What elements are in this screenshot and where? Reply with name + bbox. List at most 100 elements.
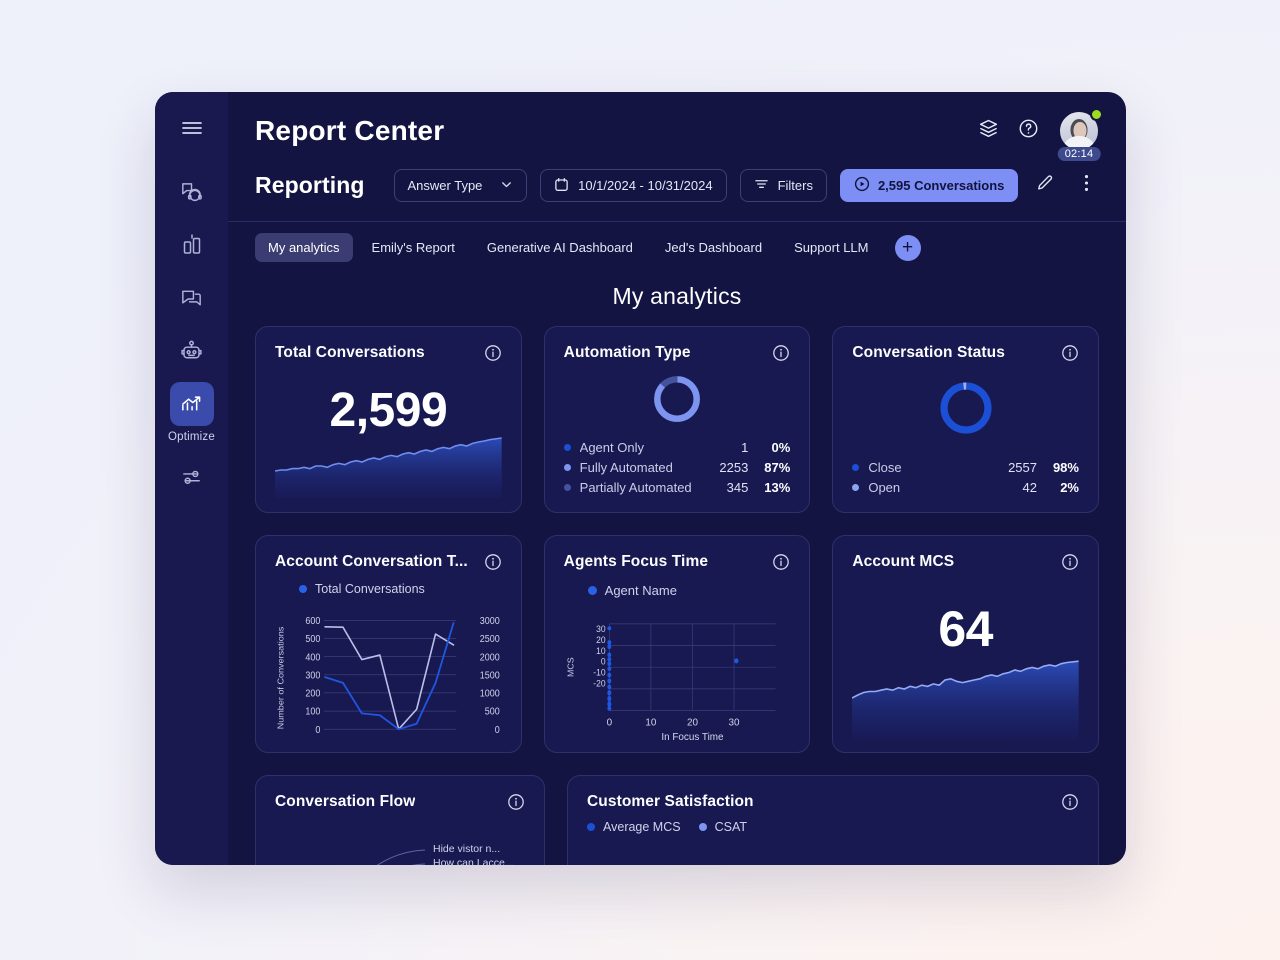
svg-text:0: 0	[606, 717, 612, 728]
sidebar-item-analytics[interactable]	[170, 223, 214, 267]
info-icon[interactable]	[772, 344, 790, 367]
sliders-icon	[179, 465, 204, 490]
main-area: Report Center 02:14 Reporting Answer Typ…	[228, 92, 1126, 865]
svg-text:MCS: MCS	[565, 657, 575, 677]
sidebar-item-optimize-label: Optimize	[168, 431, 215, 443]
answer-type-label: Answer Type	[407, 178, 483, 193]
sidebar-item-optimize[interactable]	[169, 382, 214, 426]
trending-up-chart-icon	[179, 392, 204, 417]
legend-label: Partially Automated	[579, 479, 692, 495]
svg-text:In Focus Time: In Focus Time	[661, 732, 724, 742]
board-title: My analytics	[612, 283, 742, 309]
legend-value: 2253	[719, 459, 749, 475]
total-conversations-sparkline	[275, 436, 502, 498]
edit-pencil-icon	[1036, 174, 1054, 197]
help-circle-icon	[1018, 118, 1039, 144]
card-title: Conversation Status	[852, 344, 1005, 361]
svg-text:200: 200	[305, 688, 320, 700]
user-avatar-button[interactable]: 02:14	[1057, 108, 1103, 161]
tab-emilys-report[interactable]: Emily's Report	[359, 233, 468, 262]
svg-text:2000: 2000	[480, 652, 500, 664]
svg-text:30: 30	[728, 717, 739, 728]
sidebar-item-bots[interactable]	[170, 329, 214, 373]
answer-type-select[interactable]: Answer Type	[393, 169, 528, 202]
account-conversation-trend-chart: Number of Conversations 600 500 400 300 …	[275, 614, 502, 742]
robot-icon	[179, 339, 204, 364]
customer-satisfaction-legend: Average MCS CSAT	[587, 820, 1079, 834]
edit-button[interactable]	[1031, 171, 1059, 201]
card-account-mcs: Account MCS 64	[832, 535, 1099, 753]
card-automation-type: Automation Type Agent Only 1 0% Fully Au…	[543, 326, 811, 513]
legend-label: Open	[868, 479, 901, 495]
app-title: Report Center	[255, 115, 445, 146]
card-agents-focus-time: Agents Focus Time Agent Name MCS 30 20 1…	[543, 535, 811, 753]
online-status-dot	[1090, 108, 1103, 121]
info-icon[interactable]	[772, 553, 790, 576]
play-circle-icon	[854, 176, 870, 195]
tab-support-llm[interactable]: Support LLM	[781, 233, 881, 262]
conversation-status-donut	[852, 379, 1079, 437]
chat-headset-icon	[179, 180, 204, 205]
svg-text:400: 400	[305, 652, 320, 664]
sidebar-item-hamburger-menu[interactable]	[170, 106, 214, 150]
card-account-conversation-trend: Account Conversation T... Total Conversa…	[255, 535, 522, 753]
tab-my-analytics[interactable]: My analytics	[255, 233, 353, 262]
legend-label: Average MCS	[603, 820, 681, 834]
info-icon[interactable]	[1061, 344, 1079, 367]
legend-color-dot	[563, 483, 571, 491]
svg-text:0: 0	[600, 657, 605, 667]
legend-value: 345	[726, 479, 749, 495]
card-customer-satisfaction: Customer Satisfaction Average MCS CSAT	[567, 775, 1099, 865]
chevron-down-icon	[500, 178, 513, 194]
legend-label: Agent Name	[604, 583, 677, 598]
legend-color-dot	[587, 823, 595, 831]
svg-text:Number of Conversations: Number of Conversations	[276, 627, 285, 730]
card-title: Total Conversations	[275, 344, 425, 361]
focus-time-legend: Agent Name	[587, 583, 791, 598]
tab-jeds-dashboard[interactable]: Jed's Dashboard	[652, 233, 775, 262]
top-bar: Report Center 02:14 Reporting Answer Typ…	[228, 92, 1126, 221]
info-icon[interactable]	[1061, 553, 1079, 576]
svg-text:1000: 1000	[480, 688, 500, 700]
filter-icon	[754, 177, 769, 194]
legend-item: Agent Only 1 0%	[563, 437, 790, 457]
conversations-button[interactable]: 2,595 Conversations	[839, 169, 1019, 202]
more-options-button[interactable]	[1072, 171, 1100, 201]
sidebar-item-messaging[interactable]	[170, 276, 214, 320]
svg-text:-10: -10	[593, 667, 605, 677]
card-total-conversations: Total Conversations 2,599	[255, 326, 522, 513]
more-vertical-icon	[1084, 174, 1089, 197]
info-icon[interactable]	[484, 344, 502, 367]
account-mcs-value: 64	[938, 601, 993, 657]
card-title: Automation Type	[563, 344, 691, 361]
legend-percent: 98%	[1052, 459, 1079, 475]
legend-percent: 13%	[764, 479, 791, 495]
cards-row-3: Conversation Flow Hide vistor n... How c…	[255, 775, 1099, 865]
bar-chart-icon	[180, 233, 204, 257]
tab-generative-ai-dashboard[interactable]: Generative AI Dashboard	[474, 233, 646, 262]
help-button[interactable]	[1018, 118, 1039, 144]
sidebar-item-conversations[interactable]	[170, 170, 214, 214]
conversation-flow-preview: Hide vistor n... How can I acce... How c…	[275, 828, 536, 865]
page-title: Reporting	[255, 172, 365, 198]
conversation-status-legend: Close 2557 98% Open 42 2%	[852, 457, 1079, 497]
conversations-label: 2,595 Conversations	[877, 178, 1005, 193]
legend-value: 42	[1022, 479, 1037, 495]
info-icon[interactable]	[484, 553, 502, 576]
info-icon[interactable]	[507, 793, 525, 816]
add-tab-button[interactable]: +	[894, 234, 921, 261]
filters-label: Filters	[777, 178, 813, 193]
cards-row-2: Account Conversation T... Total Conversa…	[255, 535, 1099, 753]
date-range-picker[interactable]: 10/1/2024 - 10/31/2024	[540, 169, 727, 202]
legend-label: Total Conversations	[315, 582, 425, 596]
filters-button[interactable]: Filters	[739, 169, 827, 202]
flow-node-label: Hide vistor n...	[433, 843, 501, 855]
automation-type-legend: Agent Only 1 0% Fully Automated 2253 87%	[563, 437, 791, 497]
legend-color-dot	[563, 443, 571, 451]
sidebar-item-settings[interactable]	[170, 455, 214, 499]
legend-item: Open 42 2%	[852, 477, 1079, 497]
info-icon[interactable]	[1061, 793, 1079, 816]
legend-item: Close 2557 98%	[852, 457, 1079, 477]
layers-button[interactable]	[978, 118, 999, 144]
left-sidebar: Optimize	[155, 92, 228, 865]
